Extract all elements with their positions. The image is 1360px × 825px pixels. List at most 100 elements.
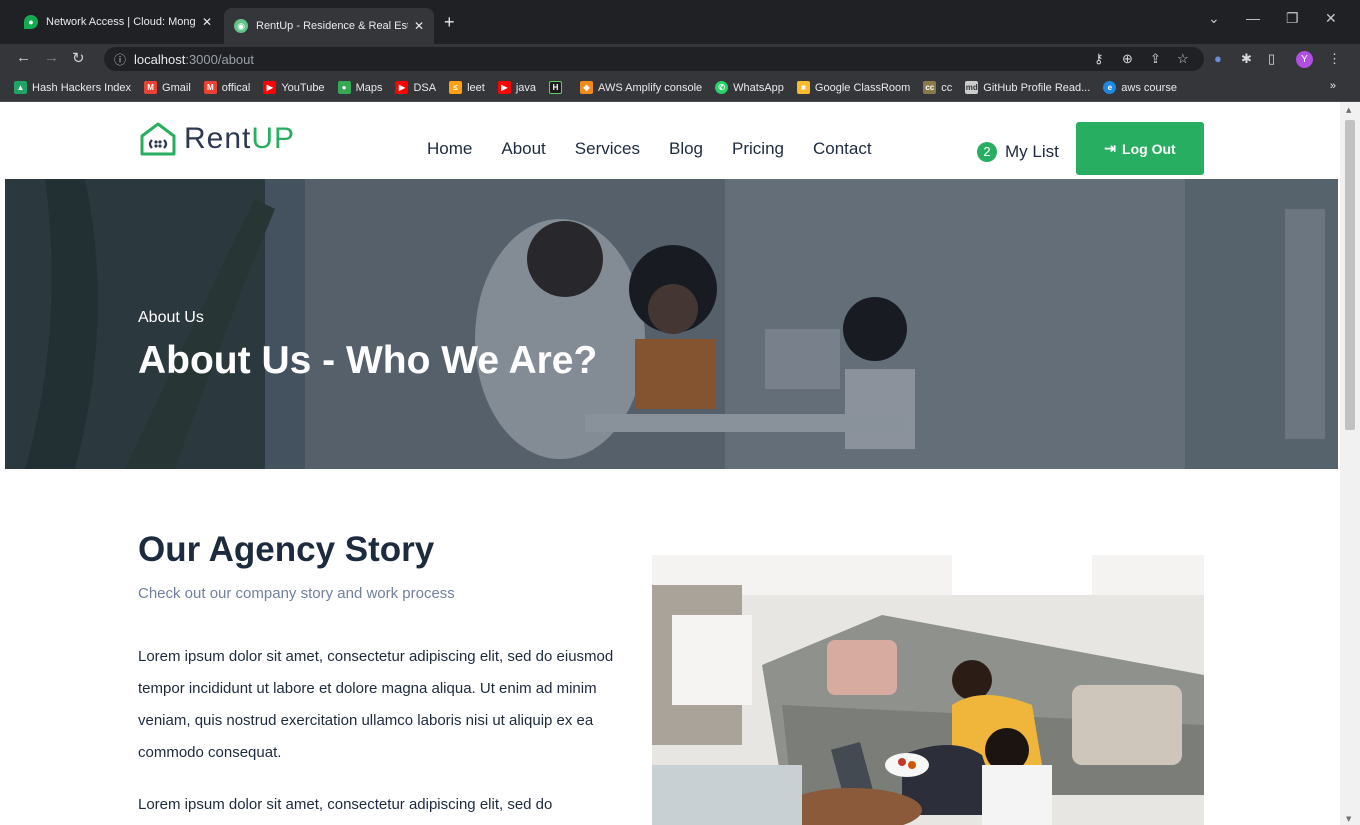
close-tab-icon[interactable]: ✕ <box>414 19 424 33</box>
bookmark-label: java <box>515 81 537 94</box>
nav-blog[interactable]: Blog <box>669 139 703 159</box>
edge-icon: e <box>1103 81 1117 94</box>
side-panel-icon[interactable]: ▯ <box>1268 51 1275 67</box>
extension-icon[interactable]: ● <box>1214 51 1222 66</box>
drive-icon: ▲ <box>14 81 27 94</box>
nav-about[interactable]: About <box>501 139 545 159</box>
site-header: RentUP Home About Services Blog Pricing … <box>0 102 1340 178</box>
sign-out-icon: ⇥ <box>1104 140 1117 156</box>
bookmark-hackerrank[interactable]: H <box>549 81 567 94</box>
bookmark-aws-amplify[interactable]: ◆ AWS Amplify console <box>580 81 702 94</box>
share-icon[interactable]: ⇪ <box>1150 51 1161 67</box>
bookmark-label: Gmail <box>162 81 191 94</box>
scroll-up-arrow-icon[interactable]: ▲ <box>1346 106 1351 114</box>
rentup-logo[interactable]: RentUP <box>138 120 295 158</box>
bookmark-google-classroom[interactable]: ■ Google ClassRoom <box>796 81 911 94</box>
scrollbar-thumb[interactable] <box>1345 120 1355 430</box>
new-tab-icon[interactable]: + <box>444 12 455 33</box>
bookmark-aws-course[interactable]: e aws course <box>1103 81 1177 94</box>
url-host: localhost <box>134 51 186 67</box>
address-bar[interactable]: ⓘ localhost:3000/about <box>104 47 1204 71</box>
reload-icon[interactable]: ↻ <box>72 49 85 67</box>
my-list-button[interactable]: 2 My List <box>977 142 1059 162</box>
key-icon[interactable]: ⚷ <box>1094 51 1104 67</box>
bookmark-java[interactable]: ▶ java <box>497 81 537 94</box>
bookmark-label: cc <box>941 81 953 94</box>
bookmark-hash-hackers[interactable]: ▲ Hash Hackers Index <box>14 81 131 94</box>
page-viewport: RentUP Home About Services Blog Pricing … <box>0 102 1340 825</box>
bookmark-github-readme[interactable]: md GitHub Profile Read... <box>965 81 1090 94</box>
restore-icon[interactable]: ❐ <box>1286 10 1299 27</box>
bookmark-label: WhatsApp <box>733 81 784 94</box>
more-bookmarks-icon[interactable]: » <box>1330 80 1336 92</box>
logo-text-up: UP <box>251 122 296 155</box>
bookmark-label: aws course <box>1121 81 1177 94</box>
close-tab-icon[interactable]: ✕ <box>202 15 212 29</box>
story-paragraph: Lorem ipsum dolor sit amet, consectetur … <box>138 648 614 761</box>
bookmark-whatsapp[interactable]: ✆ WhatsApp <box>715 81 784 94</box>
bookmark-label: AWS Amplify console <box>598 81 703 94</box>
logo-text-rent: Rent <box>184 122 252 155</box>
hackerrank-icon: H <box>549 81 563 94</box>
story-living-room-photo <box>652 555 1204 825</box>
bookmark-youtube[interactable]: ▶ YouTube <box>263 81 325 94</box>
minimize-icon[interactable]: — <box>1246 10 1260 26</box>
profile-avatar[interactable]: Y <box>1296 51 1313 68</box>
url-path: :3000/about <box>185 51 255 67</box>
story-title: Our Agency Story <box>138 530 435 569</box>
bookmark-offical[interactable]: Moffical <box>203 81 251 94</box>
bookmark-leet[interactable]: ≤ leet <box>449 81 485 94</box>
classroom-icon: ■ <box>796 81 810 94</box>
gmail-icon: M <box>203 81 217 94</box>
story-subtitle: Check out our company story and work pro… <box>138 585 455 602</box>
bookmark-label: offical <box>221 81 251 94</box>
gmail-icon: M <box>144 81 158 94</box>
scroll-down-arrow-icon[interactable]: ▼ <box>1346 815 1351 823</box>
story-paragraph: Lorem ipsum dolor sit amet, consectetur … <box>138 796 553 813</box>
hero-subtitle: About Us <box>138 309 204 326</box>
bookmark-label: Maps <box>355 81 383 94</box>
mongodb-leaf-icon: ● <box>24 15 38 29</box>
bookmark-star-icon[interactable]: ☆ <box>1177 51 1189 67</box>
logout-button[interactable]: ⇥ Log Out <box>1076 122 1204 175</box>
bookmark-label: GitHub Profile Read... <box>983 81 1091 94</box>
whatsapp-icon: ✆ <box>715 81 729 94</box>
back-icon[interactable]: ← <box>16 49 31 66</box>
bookmark-label: YouTube <box>281 81 325 94</box>
tab-title: Network Access | Cloud: MongoD <box>46 16 196 28</box>
bookmark-gmail[interactable]: M Gmail <box>144 81 191 94</box>
browser-tab-rentup[interactable]: ◉ RentUp - Residence & Real Estate ✕ <box>224 8 434 44</box>
github-readme-icon: md <box>965 81 979 94</box>
youtube-icon: ▶ <box>395 81 409 94</box>
maps-icon: ● <box>337 81 351 94</box>
nav-services[interactable]: Services <box>575 139 640 159</box>
youtube-icon: ▶ <box>263 81 277 94</box>
zoom-icon[interactable]: ⊕ <box>1122 51 1133 67</box>
house-logo-icon <box>140 122 176 156</box>
tab-title: RentUp - Residence & Real Estate <box>256 20 408 32</box>
forward-icon[interactable]: → <box>44 49 59 66</box>
about-hero-banner: About Us About Us - Who We Are? <box>5 179 1338 469</box>
close-window-icon[interactable]: ✕ <box>1325 10 1337 27</box>
menu-kebab-icon[interactable]: ⋮ <box>1328 51 1341 67</box>
browser-tab-bar: ● Network Access | Cloud: MongoD ✕ ◉ Ren… <box>0 0 1360 44</box>
puzzle-extensions-icon[interactable]: ✱ <box>1241 51 1252 67</box>
bookmark-dsa[interactable]: ▶ DSA <box>395 81 436 94</box>
browser-toolbar: ← → ↻ ⓘ localhost:3000/about ⚷ ⊕ ⇪ ☆ ● ✱… <box>0 44 1360 74</box>
bookmark-label: Hash Hackers Index <box>32 81 132 94</box>
bookmark-cc[interactable]: cc cc <box>923 81 952 94</box>
bookmark-label: Google ClassRoom <box>814 81 911 94</box>
nav-home[interactable]: Home <box>427 139 472 159</box>
bookmarks-bar: ▲ Hash Hackers Index M Gmail Moffical ▶ You… <box>0 74 1360 102</box>
nav-pricing[interactable]: Pricing <box>732 139 784 159</box>
browser-tab-mongodb[interactable]: ● Network Access | Cloud: MongoD ✕ <box>14 8 222 36</box>
logout-label: Log Out <box>1122 140 1176 157</box>
leetcode-icon: ≤ <box>449 81 463 94</box>
bookmark-label: leet <box>467 81 485 94</box>
site-info-icon[interactable]: ⓘ <box>114 51 126 68</box>
bookmark-maps[interactable]: ● Maps <box>337 81 383 94</box>
living-room-illustration <box>652 555 1204 825</box>
nav-contact[interactable]: Contact <box>813 139 872 159</box>
tab-search-chevron-icon[interactable]: ⌄ <box>1208 10 1220 27</box>
page-scrollbar[interactable]: ▲ ▼ <box>1340 102 1360 825</box>
